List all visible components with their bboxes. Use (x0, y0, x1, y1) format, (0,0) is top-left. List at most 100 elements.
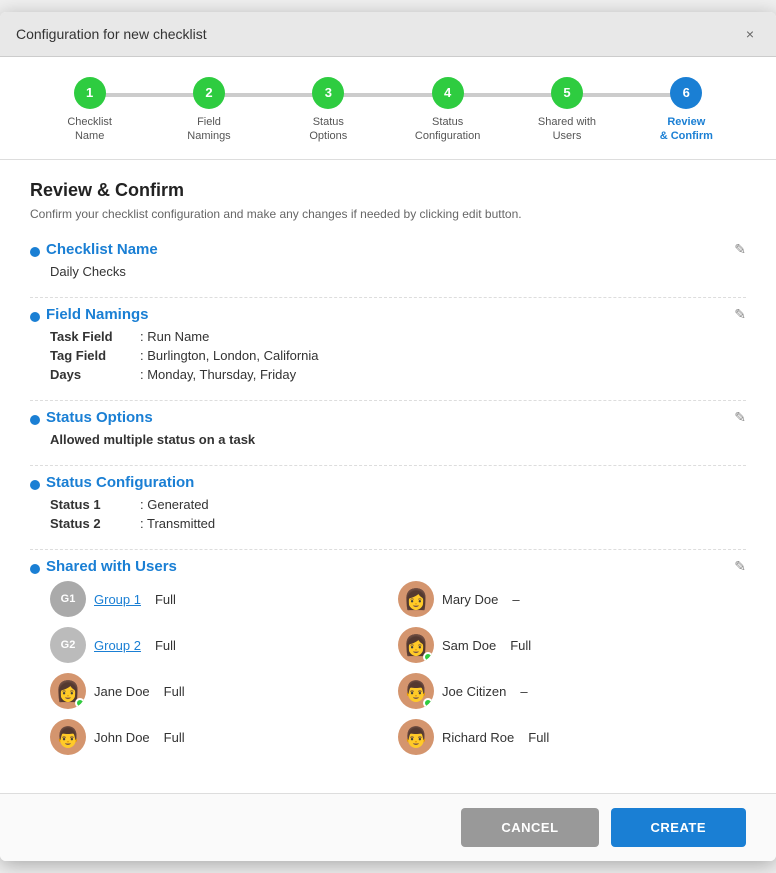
step-2-label: FieldNamings (187, 115, 230, 144)
status-config-content: Status 1 : Generated Status 2 : Transmit… (46, 497, 746, 531)
status-config-header: Status Configuration (46, 474, 746, 491)
step-2: 2 FieldNamings (149, 77, 268, 144)
page-subtitle: Confirm your checklist configuration and… (30, 207, 746, 221)
mary-doe-access: – (512, 592, 519, 607)
status1-row: Status 1 : Generated (50, 497, 746, 512)
status-options-note: Allowed multiple status on a task (50, 432, 746, 447)
step-6-circle: 6 (670, 77, 702, 109)
shared-users-content: G1 Group 1 Full G2 Group 2 Full (46, 581, 746, 755)
group2-name[interactable]: Group 2 (94, 638, 141, 653)
users-right-col: Mary Doe – Sam Doe Full (398, 581, 746, 755)
checklist-name-section: Checklist Name ✎ Daily Checks (30, 241, 746, 279)
tag-field-value: : Burlington, London, California (140, 348, 319, 363)
list-item: Richard Roe Full (398, 719, 746, 755)
close-button[interactable]: × (740, 24, 760, 44)
step-6-label: Review& Confirm (660, 115, 713, 144)
joe-citizen-name: Joe Citizen (442, 684, 506, 699)
task-field-row: Task Field : Run Name (50, 329, 746, 344)
tag-field-row: Tag Field : Burlington, London, Californ… (50, 348, 746, 363)
field-namings-edit-icon[interactable]: ✎ (734, 306, 746, 323)
group1-name[interactable]: Group 1 (94, 592, 141, 607)
avatar (398, 581, 434, 617)
step-6: 6 Review& Confirm (627, 77, 746, 144)
list-item: John Doe Full (50, 719, 398, 755)
john-doe-access: Full (164, 730, 185, 745)
step-1: 1 ChecklistName (30, 77, 149, 144)
step-4-label: StatusConfiguration (415, 115, 480, 144)
step-1-label: ChecklistName (67, 115, 112, 144)
checklist-name-value: Daily Checks (50, 264, 746, 279)
john-doe-name: John Doe (94, 730, 150, 745)
status2-value: : Transmitted (140, 516, 215, 531)
status2-label: Status 2 (50, 516, 140, 531)
step-5: 5 Shared withUsers (507, 77, 626, 144)
modal-footer: CANCEL CREATE (0, 793, 776, 861)
field-namings-content: Task Field : Run Name Tag Field : Burlin… (46, 329, 746, 382)
days-label: Days (50, 367, 140, 382)
list-item: G1 Group 1 Full (50, 581, 398, 617)
status-options-edit-icon[interactable]: ✎ (734, 409, 746, 426)
list-item: Jane Doe Full (50, 673, 398, 709)
task-field-value: : Run Name (140, 329, 209, 344)
step-3-circle: 3 (312, 77, 344, 109)
avatar (398, 673, 434, 709)
modal: Configuration for new checklist × 1 Chec… (0, 12, 776, 862)
avatar: G1 (50, 581, 86, 617)
mary-doe-name: Mary Doe (442, 592, 498, 607)
shared-users-edit-icon[interactable]: ✎ (734, 558, 746, 575)
group1-access: Full (155, 592, 176, 607)
avatar (398, 719, 434, 755)
field-namings-title: Field Namings (46, 306, 149, 323)
checklist-name-title: Checklist Name (46, 241, 158, 258)
richard-roe-access: Full (528, 730, 549, 745)
days-row: Days : Monday, Thursday, Friday (50, 367, 746, 382)
step-4-circle: 4 (432, 77, 464, 109)
step-5-circle: 5 (551, 77, 583, 109)
status1-label: Status 1 (50, 497, 140, 512)
status-options-content: Allowed multiple status on a task (46, 432, 746, 447)
task-field-label: Task Field (50, 329, 140, 344)
group2-access: Full (155, 638, 176, 653)
create-button[interactable]: CREATE (611, 808, 746, 847)
shared-users-header: Shared with Users ✎ (46, 558, 746, 575)
shared-users-section: Shared with Users ✎ G1 Group 1 Full (30, 558, 746, 755)
avatar (50, 719, 86, 755)
jane-doe-access: Full (164, 684, 185, 699)
joe-citizen-access: – (520, 684, 527, 699)
step-3: 3 StatusOptions (269, 77, 388, 144)
status-config-title: Status Configuration (46, 474, 194, 491)
modal-title: Configuration for new checklist (16, 26, 207, 42)
richard-roe-name: Richard Roe (442, 730, 514, 745)
step-4: 4 StatusConfiguration (388, 77, 507, 144)
status2-row: Status 2 : Transmitted (50, 516, 746, 531)
list-item: G2 Group 2 Full (50, 627, 398, 663)
status-options-header: Status Options ✎ (46, 409, 746, 426)
status-config-section: Status Configuration Status 1 : Generate… (30, 474, 746, 531)
stepper: 1 ChecklistName 2 FieldNamings 3 StatusO… (0, 57, 776, 161)
list-item: Mary Doe – (398, 581, 746, 617)
status1-value: : Generated (140, 497, 209, 512)
step-1-circle: 1 (74, 77, 106, 109)
step-2-circle: 2 (193, 77, 225, 109)
field-namings-section: Field Namings ✎ Task Field : Run Name Ta… (30, 306, 746, 382)
sam-doe-access: Full (510, 638, 531, 653)
checklist-name-edit-icon[interactable]: ✎ (734, 241, 746, 258)
days-value: : Monday, Thursday, Friday (140, 367, 296, 382)
sam-doe-name: Sam Doe (442, 638, 496, 653)
step-3-label: StatusOptions (309, 115, 347, 144)
shared-users-title: Shared with Users (46, 558, 177, 575)
step-5-label: Shared withUsers (538, 115, 596, 144)
checklist-name-content: Daily Checks (46, 264, 746, 279)
cancel-button[interactable]: CANCEL (461, 808, 598, 847)
checklist-name-header: Checklist Name ✎ (46, 241, 746, 258)
list-item: Sam Doe Full (398, 627, 746, 663)
field-namings-header: Field Namings ✎ (46, 306, 746, 323)
jane-doe-name: Jane Doe (94, 684, 150, 699)
online-indicator (423, 698, 433, 708)
users-grid: G1 Group 1 Full G2 Group 2 Full (50, 581, 746, 755)
avatar (50, 673, 86, 709)
avatar (398, 627, 434, 663)
status-options-title: Status Options (46, 409, 153, 426)
status-options-section: Status Options ✎ Allowed multiple status… (30, 409, 746, 447)
page-title: Review & Confirm (30, 180, 746, 201)
